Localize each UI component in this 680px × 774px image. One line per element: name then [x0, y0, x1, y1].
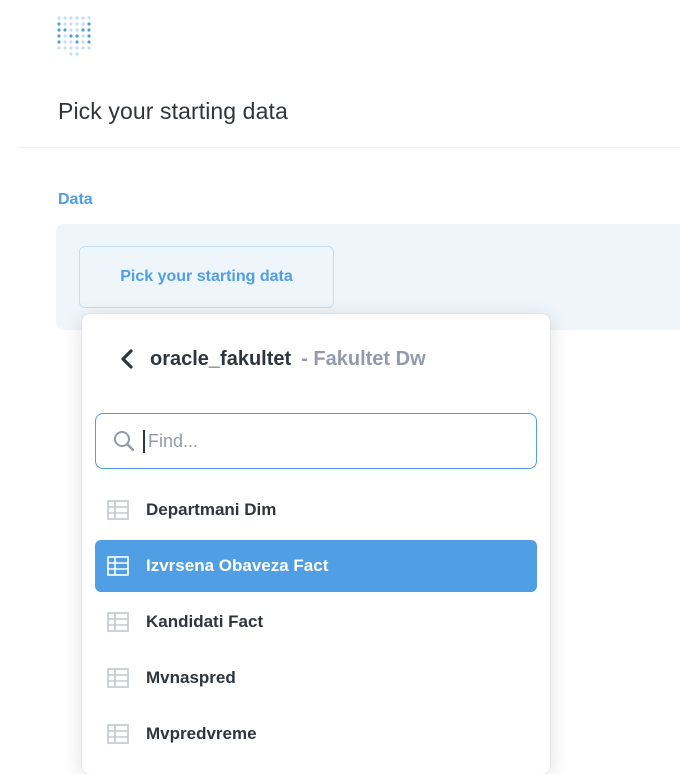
table-icon [107, 500, 129, 520]
search-box[interactable] [95, 413, 537, 469]
picker-header[interactable]: oracle_fakultet - Fakultet Dw [120, 344, 426, 374]
table-list: Departmani Dim Izvrsena Obaveza Fact Kan… [95, 484, 537, 764]
list-item-selected[interactable]: Izvrsena Obaveza Fact [95, 540, 537, 592]
list-item-label: Izvrsena Obaveza Fact [146, 556, 329, 575]
list-item-label: Kandidati Fact [146, 612, 264, 631]
metabase-logo[interactable] [56, 15, 98, 57]
list-item-label: Mvpredvreme [146, 724, 257, 743]
table-icon [107, 724, 129, 744]
table-icon [107, 612, 129, 632]
data-section-label: Data [58, 191, 93, 208]
list-item[interactable]: Departmani Dim [95, 484, 537, 536]
database-name: oracle_fakultet [150, 347, 292, 370]
header-divider [18, 147, 680, 148]
search-input[interactable] [143, 429, 510, 453]
list-item[interactable]: Mvpredvreme [95, 708, 537, 760]
table-icon [107, 668, 129, 688]
list-item-label: Mvnaspred [146, 668, 236, 687]
schema-name: - Fakultet Dw [301, 347, 426, 370]
data-picker-popover: oracle_fakultet - Fakultet Dw Departmani… [82, 314, 550, 774]
list-item[interactable]: Mvnaspred [95, 652, 537, 704]
pick-starting-data-button[interactable]: Pick your starting data [79, 246, 334, 308]
list-item-label: Departmani Dim [146, 500, 277, 519]
table-icon [107, 556, 129, 576]
chevron-left-icon[interactable] [120, 349, 136, 369]
search-icon [113, 430, 135, 452]
list-item[interactable]: Kandidati Fact [95, 596, 537, 648]
page-title: Pick your starting data [58, 98, 288, 124]
